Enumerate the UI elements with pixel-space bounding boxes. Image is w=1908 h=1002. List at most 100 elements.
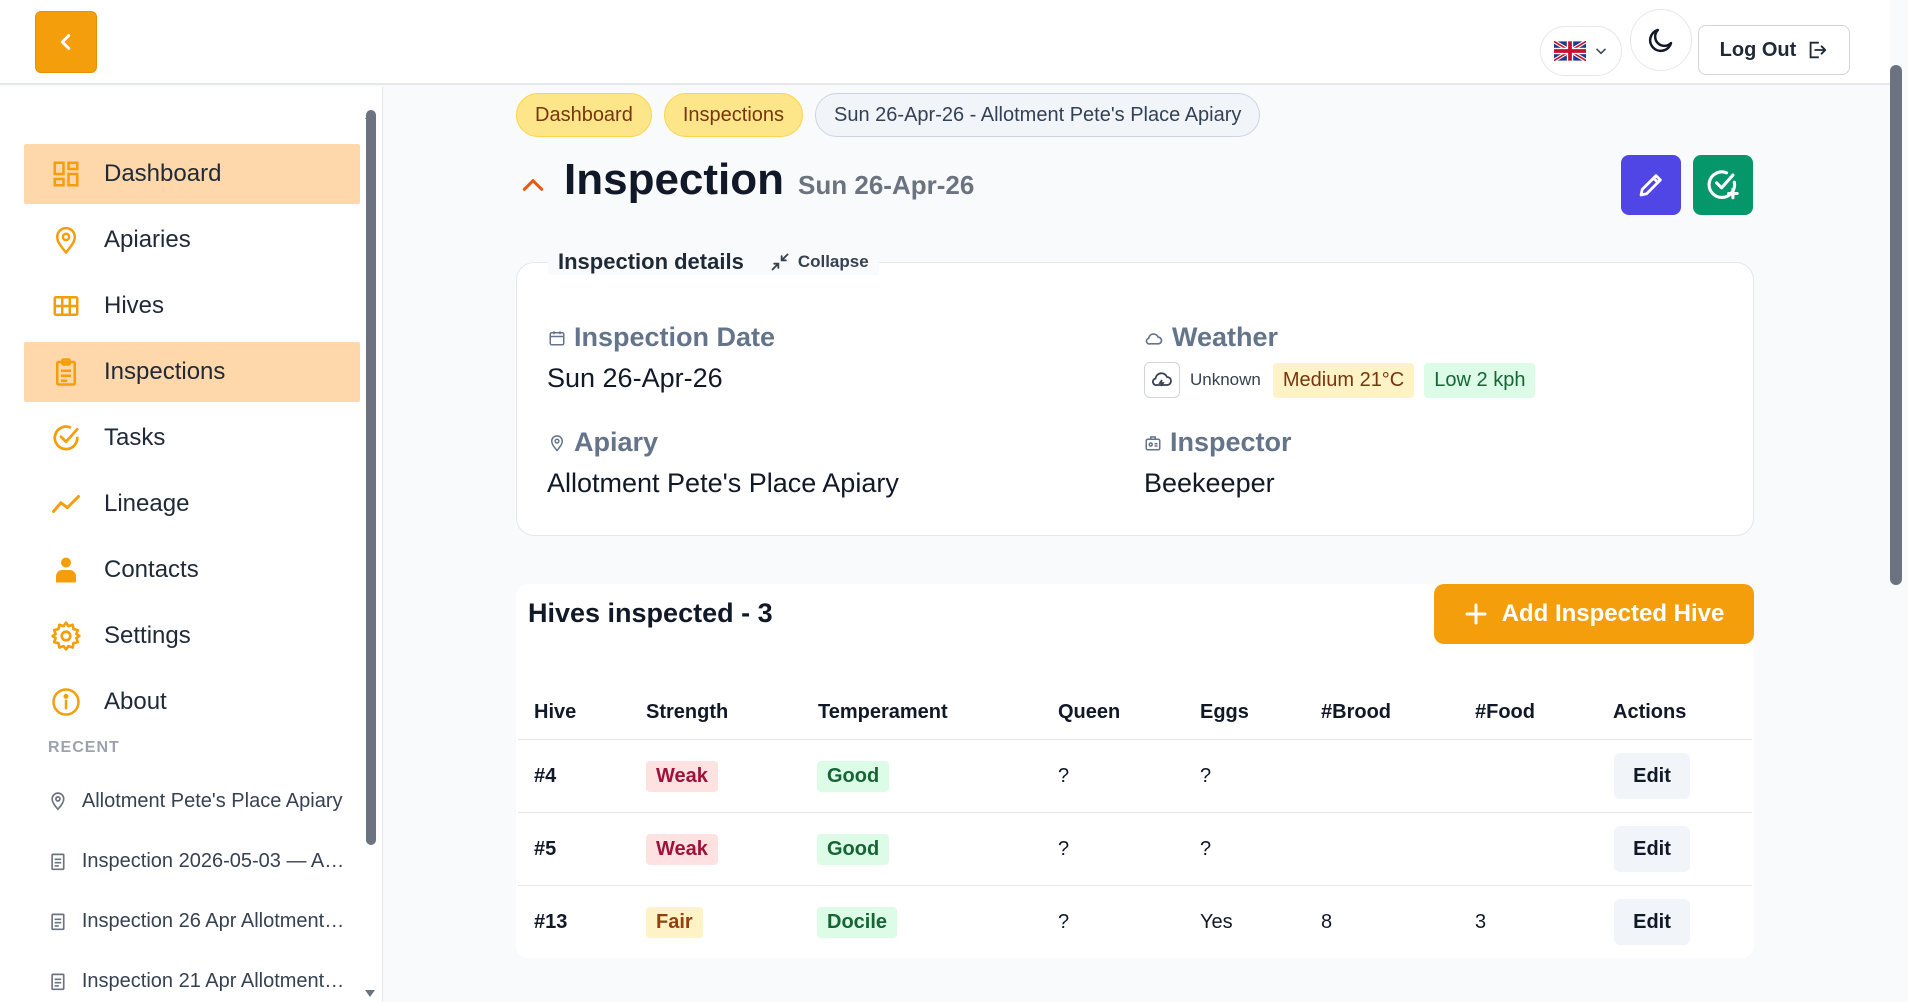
collapse-button[interactable]: Collapse <box>770 252 869 272</box>
temperament-badge: Good <box>817 834 890 865</box>
dark-mode-toggle[interactable] <box>1630 9 1692 71</box>
logout-icon <box>1809 41 1827 59</box>
sidebar: Dashboard Apiaries Hives Inspections Tas… <box>0 87 383 1002</box>
recent-item[interactable]: Inspection 26 Apr Allotment Pete's <box>48 901 348 941</box>
recent-item-label: Inspection 21 Apr Allotment Pete's <box>81 969 348 992</box>
column-header-food[interactable]: #Food <box>1475 701 1535 724</box>
strength-badge: Weak <box>646 761 718 792</box>
row-edit-button[interactable]: Edit <box>1614 826 1690 872</box>
eggs-cell: ? <box>1200 838 1212 860</box>
food-cell: 3 <box>1475 911 1487 933</box>
sidebar-item-label: Hives <box>104 292 165 319</box>
temperament-badge: Good <box>817 761 890 792</box>
sidebar-item-label: Contacts <box>104 556 199 583</box>
add-inspected-hive-button[interactable]: Add Inspected Hive <box>1434 584 1754 644</box>
language-selector[interactable] <box>1540 26 1622 76</box>
page-subtitle: Sun 26-Apr-26 <box>798 170 975 200</box>
check-circle-icon <box>50 422 82 454</box>
column-header-hive[interactable]: Hive <box>534 701 576 724</box>
sidebar-item-tasks[interactable]: Tasks <box>24 408 360 468</box>
table-row-hive[interactable]: #4 <box>534 765 556 788</box>
recent-item[interactable]: Inspection 2026-05-03 — Allotment <box>48 841 348 881</box>
check-circle-plus-icon <box>1707 170 1739 200</box>
chevron-left-icon <box>60 34 71 50</box>
inspection-date-value: Sun 26-Apr-26 <box>547 363 723 393</box>
cloud-icon <box>1145 332 1163 345</box>
breadcrumb: Dashboard Inspections Sun 26-Apr-26 - Al… <box>516 93 1261 137</box>
weather-values: Unknown Medium 21°C Low 2 kph <box>1144 362 1536 398</box>
top-bar: Log Out <box>0 0 1890 85</box>
moon-icon <box>1648 28 1673 53</box>
complete-inspection-button[interactable] <box>1693 155 1753 215</box>
sidebar-toggle-button[interactable] <box>35 11 97 73</box>
sidebar-item-label: Dashboard <box>104 160 222 187</box>
badge-id-icon <box>1145 435 1161 450</box>
chevron-up-icon[interactable] <box>520 172 546 198</box>
recent-item-label: Inspection 2026-05-03 — Allotment <box>81 849 348 872</box>
collapse-arrows-icon <box>771 253 789 271</box>
queen-cell: ? <box>1058 911 1070 933</box>
sidebar-item-dashboard[interactable]: Dashboard <box>24 144 360 204</box>
gear-icon <box>50 620 82 652</box>
add-inspected-hive-label: Add Inspected Hive <box>1501 600 1725 627</box>
uk-flag-icon <box>1554 41 1586 61</box>
column-header-eggs[interactable]: Eggs <box>1200 701 1249 724</box>
eggs-cell: Yes <box>1200 911 1233 933</box>
map-pin-icon <box>50 224 82 256</box>
sidebar-scrollbar-thumb[interactable] <box>366 110 376 845</box>
column-header-temperament[interactable]: Temperament <box>818 701 948 724</box>
clipboard-icon <box>51 973 65 991</box>
weather-label: Weather <box>1144 322 1278 353</box>
column-header-brood[interactable]: #Brood <box>1321 701 1391 724</box>
apiary-label: Apiary <box>548 427 658 458</box>
sidebar-item-inspections[interactable]: Inspections <box>24 342 360 402</box>
sidebar-item-apiaries[interactable]: Apiaries <box>24 210 360 270</box>
calendar-icon <box>549 330 565 345</box>
sidebar-item-lineage[interactable]: Lineage <box>24 474 360 534</box>
table-divider <box>518 885 1752 886</box>
edit-inspection-button[interactable] <box>1621 155 1681 215</box>
apiary-label-text: Apiary <box>574 427 659 457</box>
person-icon <box>50 554 82 586</box>
weather-temperature-tag: Medium 21°C <box>1272 362 1415 398</box>
temperament-badge: Docile <box>817 907 898 938</box>
recent-heading: RECENT <box>48 739 120 756</box>
breadcrumb-current: Sun 26-Apr-26 - Allotment Pete's Place A… <box>815 93 1261 137</box>
inspection-details-legend: Inspection details Collapse <box>548 249 879 275</box>
table-row-hive[interactable]: #13 <box>534 911 567 934</box>
row-edit-button[interactable]: Edit <box>1614 899 1690 945</box>
breadcrumb-dashboard[interactable]: Dashboard <box>516 93 652 137</box>
sidebar-item-label: Lineage <box>104 490 190 517</box>
table-divider <box>518 812 1752 813</box>
queen-cell: ? <box>1058 765 1070 787</box>
page-title: Inspection <box>564 155 785 204</box>
breadcrumb-inspections[interactable]: Inspections <box>663 93 804 137</box>
logout-button[interactable]: Log Out <box>1698 25 1850 75</box>
sidebar-item-hives[interactable]: Hives <box>24 276 360 336</box>
page-scrollbar-thumb[interactable] <box>1890 65 1902 585</box>
recent-item[interactable]: Inspection 21 Apr Allotment Pete's <box>48 961 348 1001</box>
clipboard-icon <box>50 356 82 388</box>
row-edit-button[interactable]: Edit <box>1614 753 1690 799</box>
strength-badge: Weak <box>646 834 718 865</box>
table-row-hive[interactable]: #5 <box>534 838 556 861</box>
map-pin-icon <box>51 792 65 811</box>
weather-label-text: Weather <box>1172 322 1279 352</box>
recent-item[interactable]: Allotment Pete's Place Apiary <box>48 781 348 821</box>
inspector-label: Inspector <box>1144 427 1292 458</box>
sidebar-item-contacts[interactable]: Contacts <box>24 540 360 600</box>
info-icon <box>50 686 82 718</box>
column-header-actions: Actions <box>1613 701 1687 723</box>
sidebar-item-settings[interactable]: Settings <box>24 606 360 666</box>
sidebar-item-about[interactable]: About <box>24 672 360 732</box>
recent-item-label: Inspection 26 Apr Allotment Pete's <box>81 909 348 932</box>
inspector-label-text: Inspector <box>1170 427 1292 457</box>
clipboard-icon <box>51 913 65 931</box>
column-header-queen[interactable]: Queen <box>1058 701 1120 724</box>
sidebar-item-label: Inspections <box>104 358 226 385</box>
details-legend-title: Inspection details <box>558 249 744 274</box>
inspection-date-label: Inspection Date <box>548 322 775 353</box>
eggs-cell: ? <box>1200 765 1212 787</box>
column-header-strength[interactable]: Strength <box>646 701 728 724</box>
inspection-date-label-text: Inspection Date <box>574 322 776 352</box>
